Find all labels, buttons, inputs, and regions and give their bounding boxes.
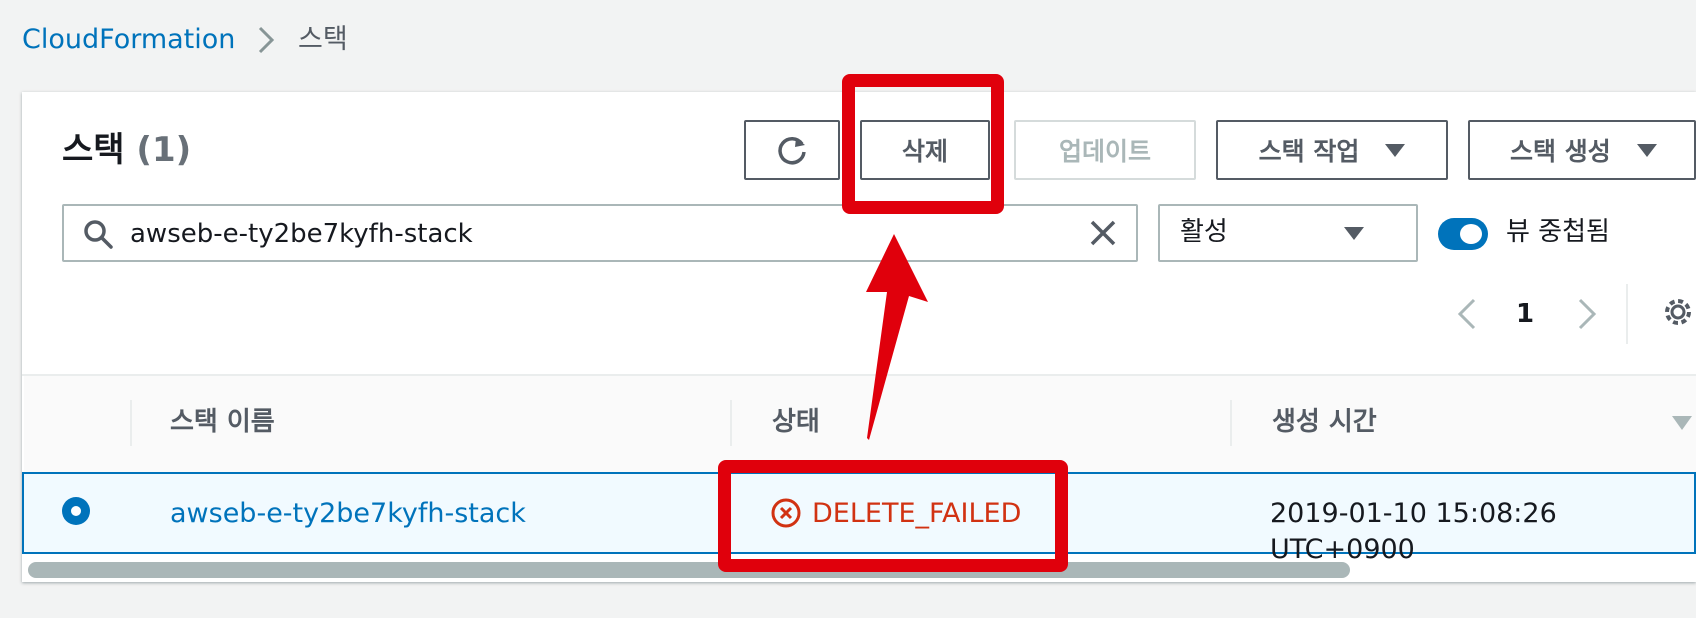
stack-actions-label: 스택 작업 <box>1258 137 1360 166</box>
sort-descending-icon[interactable] <box>1672 416 1692 430</box>
breadcrumb-current: 스택 <box>298 24 348 55</box>
stack-actions-dropdown[interactable]: 스택 작업 <box>1216 120 1448 180</box>
clear-search-icon[interactable] <box>1088 218 1118 248</box>
stack-count: (1) <box>136 130 192 170</box>
column-divider <box>1230 400 1232 446</box>
panel-title: 스택 (1) <box>62 128 191 172</box>
breadcrumb-chevron-icon <box>258 26 275 54</box>
column-header-created-time[interactable]: 생성 시간 <box>1272 404 1377 440</box>
status-filter-value: 활성 <box>1180 217 1228 247</box>
refresh-button[interactable] <box>744 120 840 180</box>
column-header-status[interactable]: 상태 <box>772 404 820 440</box>
toggle-knob <box>1460 224 1482 244</box>
create-stack-dropdown[interactable]: 스택 생성 <box>1468 120 1696 180</box>
annotation-box-status <box>718 460 1068 572</box>
nested-view-label: 뷰 중첩됨 <box>1506 217 1610 247</box>
column-divider <box>130 400 132 446</box>
column-divider <box>730 400 732 446</box>
settings-gear-icon[interactable] <box>1660 294 1696 330</box>
search-icon <box>84 220 113 249</box>
pagination-divider <box>1626 284 1628 344</box>
annotation-arrow-icon <box>866 234 928 440</box>
next-page-icon[interactable] <box>1576 298 1598 330</box>
refresh-icon <box>778 136 806 165</box>
breadcrumb-cloudformation-link[interactable]: CloudFormation <box>22 20 235 60</box>
caret-down-icon <box>1385 143 1406 157</box>
previous-page-icon[interactable] <box>1456 298 1478 330</box>
radio-dot <box>71 506 81 516</box>
stack-name-link[interactable]: awseb-e-ty2be7kyfh-stack <box>170 496 526 532</box>
caret-down-icon <box>1636 143 1657 157</box>
horizontal-scrollbar[interactable] <box>28 562 1350 578</box>
search-input-value: awseb-e-ty2be7kyfh-stack <box>130 219 473 249</box>
page-number[interactable]: 1 <box>1516 298 1534 330</box>
create-stack-label: 스택 생성 <box>1510 137 1611 166</box>
created-time-value: 2019-01-10 15:08:26 UTC+0900 <box>1270 498 1557 565</box>
column-header-stack-name[interactable]: 스택 이름 <box>170 404 275 440</box>
caret-down-icon <box>1344 227 1364 240</box>
panel-title-text: 스택 <box>62 130 125 170</box>
update-button[interactable]: 업데이트 <box>1014 120 1196 180</box>
annotation-box-delete <box>842 74 1004 214</box>
